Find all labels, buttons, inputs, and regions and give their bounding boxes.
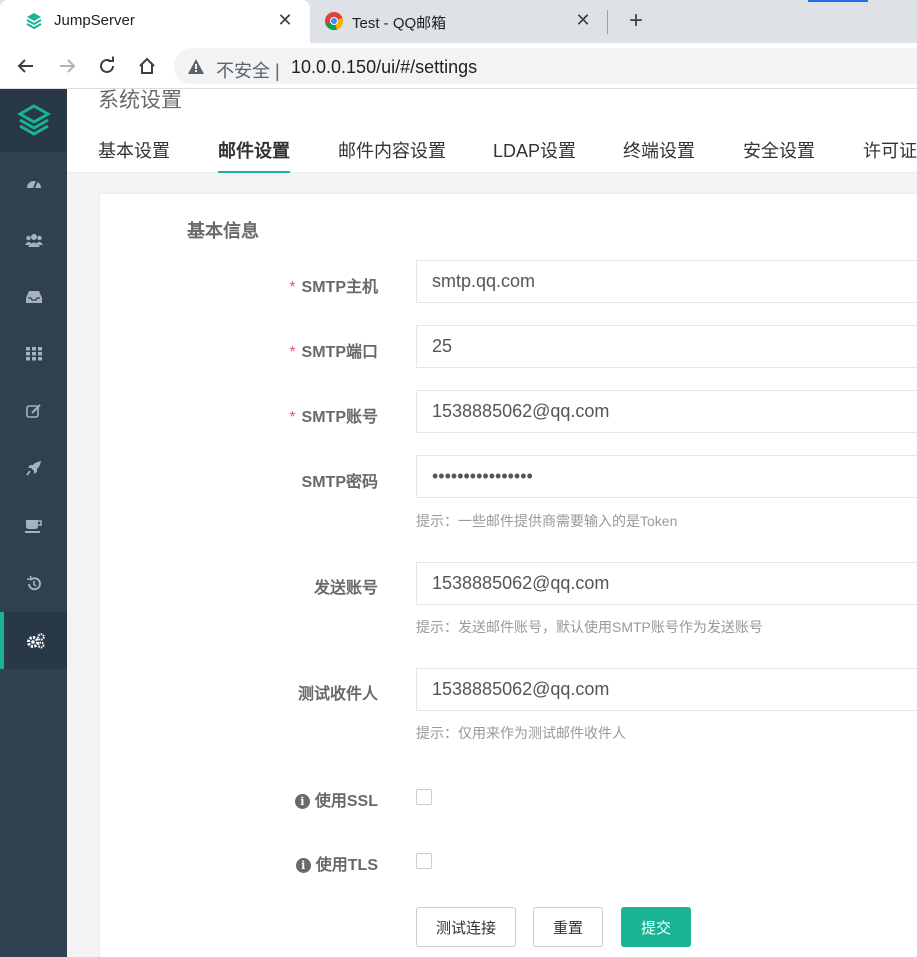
- forward-button[interactable]: [53, 52, 81, 80]
- test-recipient-input[interactable]: [416, 668, 917, 711]
- use-ssl-label: i 使用SSL: [128, 787, 378, 811]
- smtp-password-hint: 提示：一些邮件提供商需要输入的是Token: [416, 513, 678, 529]
- test-connection-button[interactable]: 测试连接: [416, 907, 516, 947]
- sidebar-item-users[interactable]: [0, 211, 67, 268]
- grid-icon: [25, 346, 42, 360]
- users-icon: [24, 233, 43, 247]
- dashboard-icon: [26, 180, 41, 188]
- tab-separator: [607, 10, 608, 34]
- browser-tabstrip: JumpServer ✕ Test - QQ邮箱 ✕ +: [0, 0, 917, 43]
- tab-title: JumpServer: [54, 12, 135, 29]
- reload-button[interactable]: [93, 52, 121, 80]
- required-mark: *: [289, 344, 296, 361]
- sidebar: [0, 89, 67, 957]
- back-button[interactable]: [12, 52, 40, 80]
- required-mark: *: [289, 279, 296, 296]
- smtp-password-label: SMTP密码: [301, 474, 378, 491]
- reset-button[interactable]: 重置: [533, 907, 603, 947]
- smtp-account-input[interactable]: [416, 390, 917, 433]
- tab-terminal[interactable]: 终端设置: [623, 137, 695, 173]
- rocket-icon: [25, 460, 41, 476]
- tab-title: Test - QQ邮箱: [352, 15, 447, 32]
- insecure-label: 不安全 |: [216, 61, 280, 81]
- logo[interactable]: [0, 89, 67, 152]
- smtp-account-label: * SMTP账号: [289, 409, 378, 426]
- section-title: 基本信息: [187, 221, 259, 241]
- sidebar-item-perms[interactable]: [0, 382, 67, 439]
- coffee-icon: [24, 519, 42, 533]
- smtp-host-label: * SMTP主机: [289, 279, 378, 296]
- home-icon: [139, 57, 155, 74]
- smtp-password-input[interactable]: [416, 455, 917, 498]
- tabstrip-accent: [808, 0, 868, 2]
- sender-input[interactable]: [416, 562, 917, 605]
- history-icon: [26, 575, 41, 590]
- home-button[interactable]: [133, 52, 161, 80]
- url-text[interactable]: 10.0.0.150/ui/#/settings: [291, 57, 477, 78]
- address-bar[interactable]: 不安全 | 10.0.0.150/ui/#/settings: [174, 48, 917, 84]
- gears-icon: [26, 632, 45, 648]
- smtp-host-input[interactable]: [416, 260, 917, 303]
- sender-hint: 提示：发送邮件账号，默认使用SMTP账号作为发送账号: [416, 619, 763, 635]
- tab-ldap[interactable]: LDAP设置: [493, 137, 576, 173]
- sidebar-item-dashboard[interactable]: [0, 155, 67, 212]
- settings-tabs: 基本设置 邮件设置 邮件内容设置 LDAP设置 终端设置 安全设置 许可证: [67, 120, 917, 173]
- tab-basic[interactable]: 基本设置: [98, 137, 170, 173]
- use-tls-label: i 使用TLS: [128, 851, 378, 875]
- close-tab-icon[interactable]: ✕: [572, 10, 594, 31]
- sidebar-item-ops[interactable]: [0, 439, 67, 496]
- arrow-right-icon: [60, 59, 76, 73]
- sidebar-item-assets[interactable]: [0, 268, 67, 325]
- browser-toolbar: 不安全 | 10.0.0.150/ui/#/settings: [0, 43, 917, 89]
- jumpserver-favicon-icon: [26, 13, 42, 30]
- warning-icon: [188, 59, 204, 74]
- page-title: 系统设置: [98, 89, 182, 112]
- test-recipient-hint: 提示：仅用来作为测试邮件收件人: [416, 725, 626, 741]
- use-tls-checkbox[interactable]: [416, 853, 432, 869]
- sidebar-item-settings[interactable]: [0, 612, 67, 669]
- smtp-port-input[interactable]: [416, 325, 917, 368]
- chrome-style-favicon-icon: [325, 12, 344, 31]
- sidebar-item-audits[interactable]: [0, 555, 67, 612]
- new-tab-button[interactable]: +: [622, 7, 650, 35]
- sender-label: 发送账号: [313, 580, 378, 597]
- arrow-left-icon: [17, 59, 33, 73]
- reload-icon: [100, 56, 114, 73]
- smtp-port-label: * SMTP端口: [289, 344, 378, 361]
- inbox-icon: [25, 290, 42, 303]
- info-icon[interactable]: i: [295, 858, 311, 873]
- browser-tab-qqmail[interactable]: Test - QQ邮箱 ✕: [312, 0, 608, 43]
- submit-button[interactable]: 提交: [621, 907, 691, 947]
- test-recipient-label: 测试收件人: [297, 686, 378, 703]
- close-tab-icon[interactable]: ✕: [274, 10, 296, 31]
- browser-tab-jumpserver[interactable]: JumpServer ✕: [0, 0, 310, 43]
- sidebar-item-applications[interactable]: [0, 325, 67, 382]
- jumpserver-logo-icon: [16, 103, 51, 136]
- sidebar-item-terminal[interactable]: [0, 497, 67, 554]
- info-icon[interactable]: i: [294, 794, 310, 809]
- use-ssl-checkbox[interactable]: [416, 789, 432, 805]
- tab-license[interactable]: 许可证: [863, 137, 917, 173]
- required-mark: *: [289, 409, 296, 426]
- tab-security[interactable]: 安全设置: [743, 137, 815, 173]
- edit-icon: [25, 403, 41, 418]
- tab-email-content[interactable]: 邮件内容设置: [338, 137, 446, 173]
- tab-email[interactable]: 邮件设置: [218, 137, 290, 173]
